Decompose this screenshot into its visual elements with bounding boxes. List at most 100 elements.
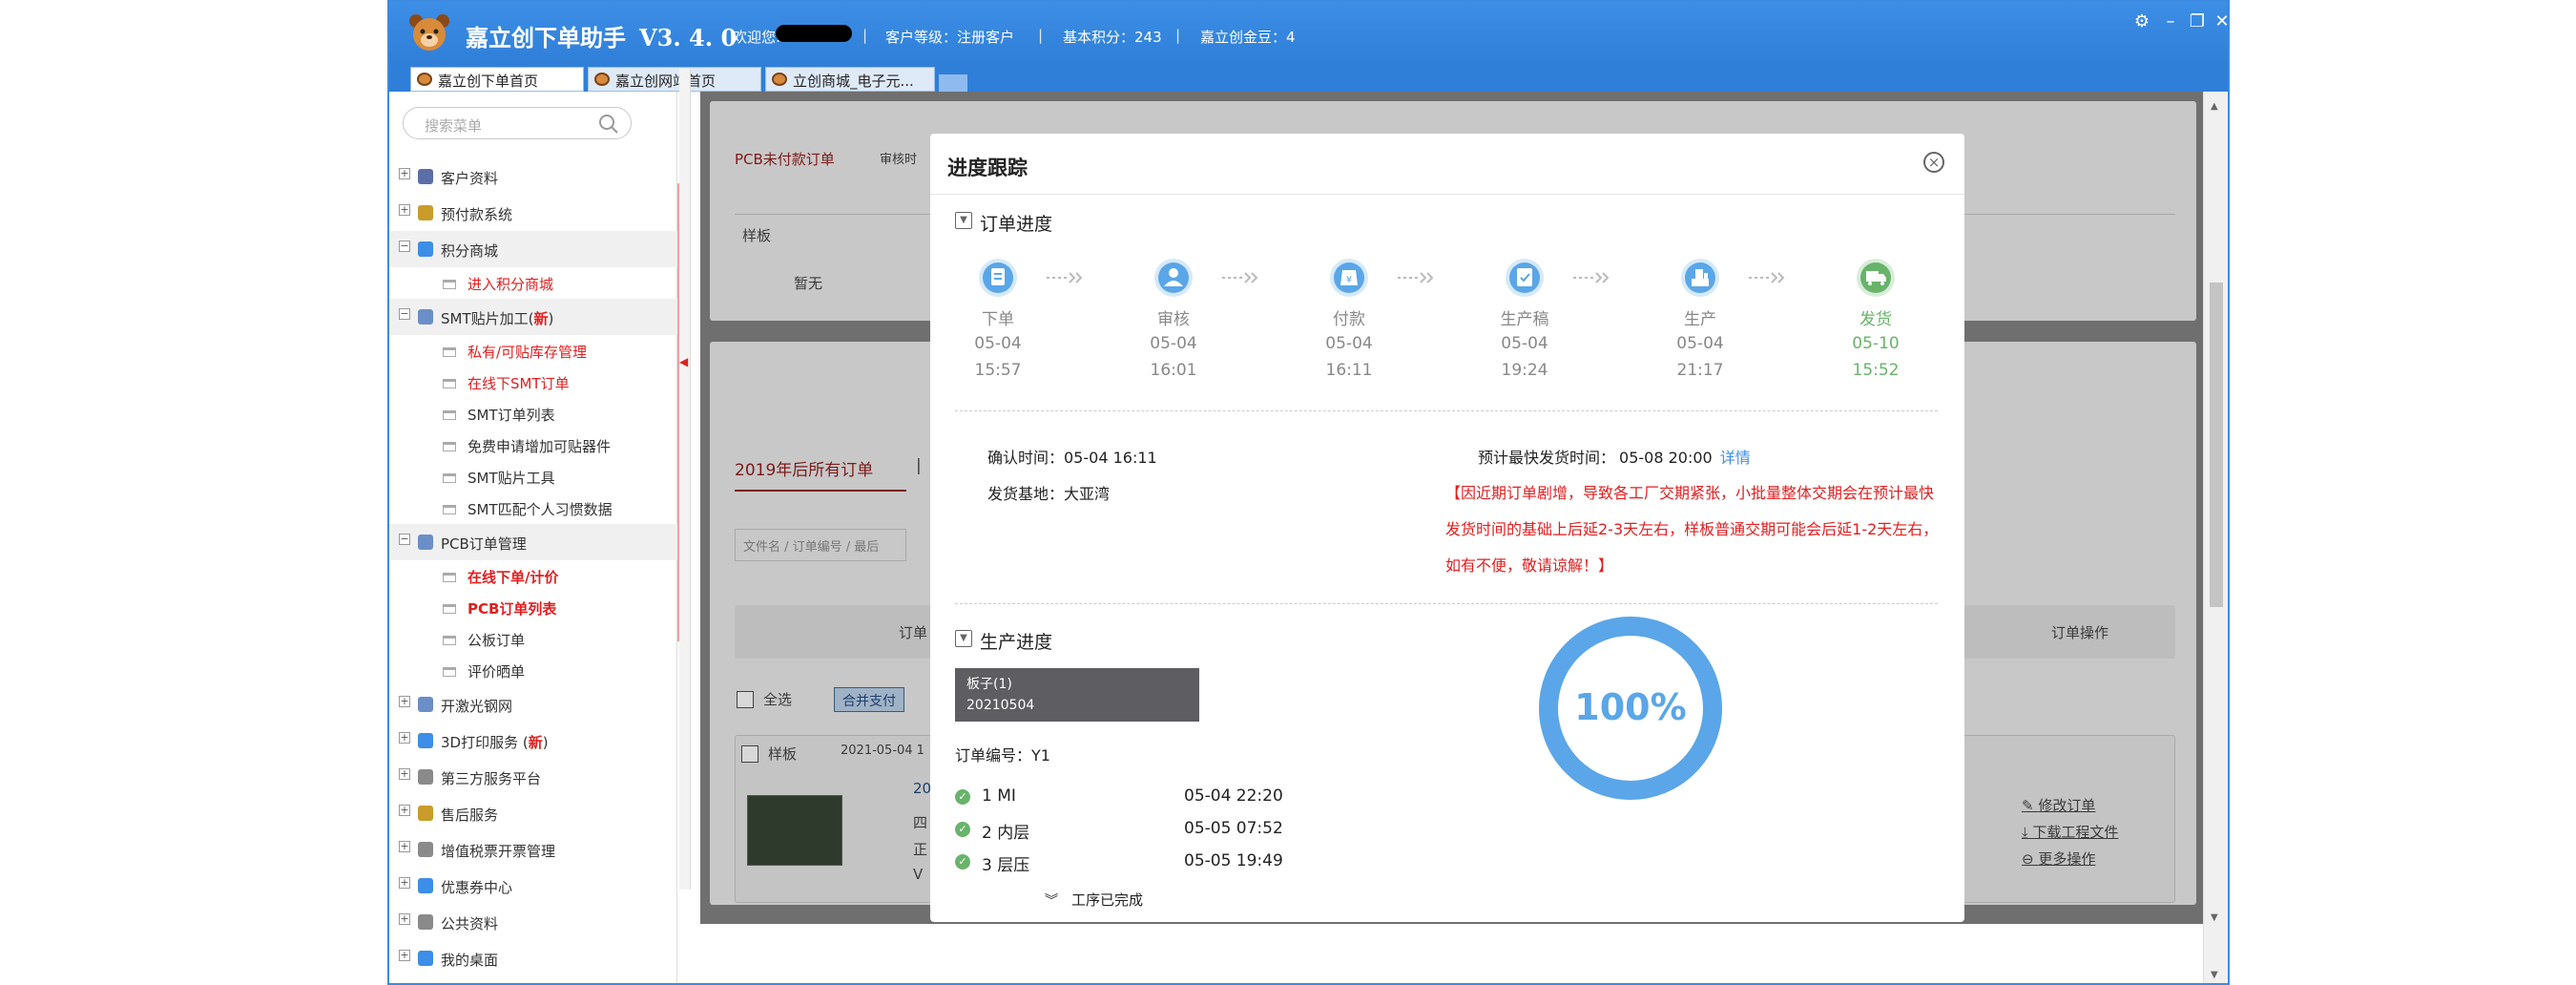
sidebar-group[interactable]: + 增值税票开票管理: [389, 831, 677, 868]
divider: [955, 603, 1938, 604]
beans-count: 嘉立创金豆：4: [1200, 29, 1296, 46]
list-item: ✓ 3 层压 05-05 19:49: [955, 851, 1318, 875]
sidebar-group[interactable]: − PCB订单管理: [389, 524, 677, 560]
menu-group-icon: [418, 878, 433, 893]
content-bottom: [700, 924, 2203, 983]
detail-link[interactable]: 详情: [1720, 449, 1751, 467]
step-arrow-icon: [1222, 272, 1258, 283]
sidebar-collapse-handle[interactable]: ◀: [679, 69, 691, 890]
expand-icon[interactable]: +: [399, 696, 410, 707]
expand-icon[interactable]: +: [399, 768, 410, 780]
expand-icon[interactable]: +: [399, 805, 410, 816]
expand-icon[interactable]: +: [399, 841, 410, 852]
step-time: 15:52: [1852, 361, 1900, 380]
collapse-icon[interactable]: −: [399, 534, 410, 545]
sidebar-group[interactable]: − 积分商城: [389, 231, 677, 267]
step-date: 05-04: [1325, 334, 1373, 353]
expand-icon[interactable]: +: [399, 732, 410, 744]
menu-search-input[interactable]: 搜索菜单: [425, 115, 482, 136]
step-date: 05-04: [1150, 334, 1197, 353]
order-icon: [979, 259, 1017, 297]
modal-title: 进度跟踪: [947, 157, 1028, 179]
board-tag[interactable]: 板子(1) 20210504: [955, 668, 1199, 722]
sidebar-group[interactable]: + 售后服务: [389, 795, 677, 831]
edit-order-link[interactable]: ✎ 修改订单: [2022, 795, 2095, 815]
minimize-icon[interactable]: –: [2160, 11, 2181, 32]
app-title-text: 嘉立创下单助手: [466, 24, 626, 52]
sidebar-group[interactable]: + 公共资料: [389, 904, 677, 940]
select-all-checkbox[interactable]: [737, 691, 754, 708]
sidebar-subitem[interactable]: 在线下SMT订单: [389, 367, 677, 398]
tab-website[interactable]: 嘉立创网站首页: [588, 67, 761, 92]
row-checkbox[interactable]: [741, 745, 758, 763]
expand-icon[interactable]: +: [399, 950, 410, 961]
row-detail: V: [913, 866, 924, 883]
new-tab-button[interactable]: [939, 74, 967, 92]
scroll-up-icon[interactable]: ▲: [2211, 101, 2218, 112]
sidebar-group[interactable]: − SMT贴片加工(新): [389, 299, 677, 335]
sidebar-subitem[interactable]: SMT订单列表: [389, 398, 677, 430]
scroll-down-icon[interactable]: ▼: [2211, 970, 2218, 980]
expand-icon[interactable]: +: [399, 168, 410, 179]
sidebar-subitem[interactable]: 在线下单/计价: [389, 560, 677, 592]
sidebar-subitem[interactable]: SMT贴片工具: [389, 461, 677, 492]
sidebar-group-text: 优惠券中心: [441, 879, 513, 896]
chevron-down-icon[interactable]: ▼: [955, 630, 972, 647]
expand-icon[interactable]: +: [399, 913, 410, 925]
close-icon[interactable]: ×: [1923, 152, 1944, 173]
sidebar-group[interactable]: + 优惠券中心: [389, 868, 677, 904]
sidebar-group[interactable]: + 预付款系统: [389, 195, 677, 231]
pcb-thumbnail[interactable]: [747, 795, 842, 866]
menu-search-box[interactable]: 搜索菜单: [403, 107, 632, 139]
sidebar-subitem-label: 评价晒单: [467, 663, 526, 681]
restore-icon[interactable]: ❐: [2187, 11, 2208, 32]
sidebar-group[interactable]: + 第三方服务平台: [389, 759, 677, 795]
sidebar-subitem-label: SMT匹配个人习惯数据: [467, 501, 613, 518]
all-orders-tab[interactable]: 2019年后所有订单: [735, 456, 873, 480]
sidebar-group[interactable]: +3D打印服务 (新): [389, 723, 677, 759]
title-bar: 嘉立创下单助手 V3. 4. 0 欢迎您: | 客户等级：注册客户 | 基本积分：…: [389, 2, 2228, 63]
sidebar-subitem[interactable]: 公板订单: [389, 623, 677, 655]
step-label: 发货: [1859, 310, 1892, 329]
chevron-down-icon[interactable]: ▼: [955, 212, 972, 229]
sidebar-subitem[interactable]: 进入积分商城: [389, 267, 677, 299]
review-time-label: 审核时: [880, 153, 918, 167]
order-search-input[interactable]: 文件名 / 订单编号 / 最后: [735, 529, 906, 561]
sidebar-subitem[interactable]: 评价晒单: [389, 655, 677, 686]
collapse-icon[interactable]: −: [399, 241, 410, 252]
sidebar-subitem[interactable]: 免费申请增加可贴器件: [389, 430, 677, 461]
download-files-link[interactable]: ⤓ 下载工程文件: [2022, 822, 2118, 842]
vertical-scrollbar[interactable]: ▲ ▼ ▼: [2203, 92, 2228, 983]
scroll-thumb[interactable]: [2210, 283, 2223, 607]
sidebar-subitem[interactable]: SMT匹配个人习惯数据: [389, 492, 677, 524]
tab-mall[interactable]: 立创商城_电子元...: [765, 67, 935, 92]
more-ops-link[interactable]: ⊖ 更多操作: [2022, 849, 2095, 869]
tab-home[interactable]: 嘉立创下单首页: [410, 67, 584, 92]
expand-icon[interactable]: +: [399, 877, 410, 889]
progress-percent-label: 100%: [1574, 686, 1686, 728]
step-label: 生产: [1684, 310, 1716, 329]
menu-group-icon: [418, 534, 433, 550]
collapse-arrow-icon[interactable]: ◀: [679, 355, 688, 368]
expand-icon[interactable]: +: [399, 204, 410, 216]
step-arrow-icon: [1047, 272, 1083, 283]
sidebar-subitem[interactable]: PCB订单列表: [389, 592, 677, 623]
sidebar-subitem-label: 免费申请增加可贴器件: [467, 438, 612, 455]
sidebar-group[interactable]: + 客户资料: [389, 158, 677, 195]
search-icon[interactable]: [598, 114, 619, 135]
progress-modal: 进度跟踪 × ▼ 订单进度 下单 05-04 15:57 审核 05-04 16:01 ¥ 付…: [930, 134, 1964, 922]
merge-pay-button[interactable]: 合并支付: [834, 687, 904, 712]
sidebar-group[interactable]: + 我的桌面: [389, 940, 677, 976]
close-icon[interactable]: ✕: [2212, 11, 2228, 32]
row-order-link[interactable]: 20: [913, 780, 931, 797]
delay-notice: 【因近期订单剧增，导致各工厂交期紧张，小批量整体交期会在预计最快发货时间的基础上…: [1445, 484, 1939, 575]
sidebar-group[interactable]: + 开激光钢网: [389, 686, 677, 723]
process-done-toggle[interactable]: ︾ 工序已完成: [1045, 890, 1143, 910]
collapse-icon[interactable]: −: [399, 308, 410, 320]
scroll-down-icon[interactable]: ▼: [2211, 912, 2218, 923]
title-separator: |: [862, 27, 868, 44]
row-type: 样板: [768, 745, 798, 763]
settings-icon[interactable]: ⚙: [2131, 11, 2152, 32]
sidebar-subitem[interactable]: 私有/可贴库存管理: [389, 335, 677, 367]
divider: [955, 410, 1938, 411]
